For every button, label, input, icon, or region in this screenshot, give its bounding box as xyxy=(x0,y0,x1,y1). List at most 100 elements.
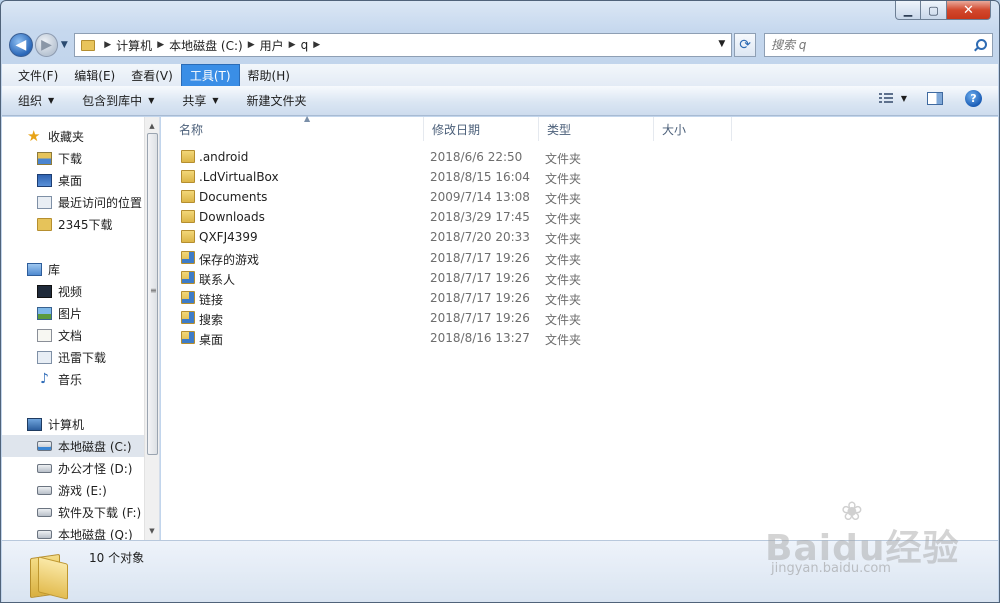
nav-label: 软件及下载 (F:) xyxy=(58,505,142,520)
menu-help[interactable]: 帮助(H) xyxy=(240,65,298,86)
nav-item-drive-d[interactable]: 办公才怪 (D:) xyxy=(2,457,144,479)
file-date: 2018/7/17 19:26 xyxy=(430,291,530,305)
nav-item-downloads[interactable]: 下载 xyxy=(2,147,144,169)
maximize-button[interactable]: ▢ xyxy=(921,1,947,20)
nav-favorites[interactable]: ★ 收藏夹 xyxy=(2,125,144,147)
system-drive-icon xyxy=(37,441,52,451)
scroll-down-arrow-icon[interactable]: ▼ xyxy=(145,524,159,538)
file-name: .LdVirtualBox xyxy=(199,170,279,184)
nav-item-2345-download[interactable]: 2345下载 xyxy=(2,213,144,235)
computer-icon xyxy=(27,417,42,431)
pictures-library-icon xyxy=(37,306,52,320)
nav-item-drive-c[interactable]: 本地磁盘 (C:) xyxy=(2,435,144,457)
file-row[interactable]: 搜索 2018/7/17 19:26 文件夹 xyxy=(161,309,998,329)
address-dropdown-icon[interactable]: ▼ xyxy=(718,39,725,49)
chevron-right-icon[interactable]: ▶ xyxy=(289,40,296,50)
file-type: 文件夹 xyxy=(545,212,582,226)
chevron-right-icon[interactable]: ▶ xyxy=(248,40,255,50)
nav-item-thunder-downloads[interactable]: 迅雷下载 xyxy=(2,346,144,368)
breadcrumb-computer[interactable]: 计算机 xyxy=(116,37,152,54)
minimize-button[interactable]: ▁ xyxy=(895,1,921,20)
file-row[interactable]: Documents 2009/7/14 13:08 文件夹 xyxy=(161,188,998,208)
file-type: 文件夹 xyxy=(545,333,582,347)
scroll-up-arrow-icon[interactable]: ▲ xyxy=(145,119,159,133)
breadcrumb-drive-c[interactable]: 本地磁盘 (C:) xyxy=(169,37,243,54)
nav-item-desktop[interactable]: 桌面 xyxy=(2,169,144,191)
downloads-folder-icon xyxy=(37,151,52,165)
new-folder-button[interactable]: 新建文件夹 xyxy=(247,92,307,109)
menu-bar: 文件(F) 编辑(E) 查看(V) 工具(T) 帮助(H) xyxy=(2,63,998,87)
file-date: 2018/7/20 20:33 xyxy=(430,230,530,244)
file-row[interactable]: Downloads 2018/3/29 17:45 文件夹 xyxy=(161,208,998,228)
file-name: QXFJ4399 xyxy=(199,230,258,244)
nav-item-drive-f[interactable]: 软件及下载 (F:) xyxy=(2,501,144,523)
nav-item-drive-q[interactable]: 本地磁盘 (Q:) xyxy=(2,523,144,540)
column-type[interactable]: 类型 xyxy=(539,117,654,141)
preview-pane-icon[interactable] xyxy=(927,92,943,105)
file-date: 2018/7/17 19:26 xyxy=(430,251,530,265)
chevron-down-icon[interactable]: ▼ xyxy=(901,94,907,103)
nav-item-drive-e[interactable]: 游戏 (E:) xyxy=(2,479,144,501)
view-options-icon[interactable] xyxy=(878,92,895,105)
share-button[interactable]: 共享 ▼ xyxy=(182,92,218,109)
file-row[interactable]: .LdVirtualBox 2018/8/15 16:04 文件夹 xyxy=(161,168,998,188)
file-name: Documents xyxy=(199,190,268,204)
star-icon: ★ xyxy=(27,126,41,145)
organize-button[interactable]: 组织 ▼ xyxy=(18,92,54,109)
video-library-icon xyxy=(37,284,52,298)
file-row[interactable]: 链接 2018/7/17 19:26 文件夹 xyxy=(161,289,998,309)
column-name[interactable]: 名称 ▲ xyxy=(171,114,424,141)
close-button[interactable]: ✕ xyxy=(947,1,991,20)
recent-pages-dropdown[interactable]: ▼ xyxy=(58,40,70,50)
thunder-downloads-icon xyxy=(37,350,52,364)
file-date: 2018/3/29 17:45 xyxy=(430,210,530,224)
column-date-modified[interactable]: 修改日期 xyxy=(424,117,539,141)
file-row[interactable]: 桌面 2018/8/16 13:27 文件夹 xyxy=(161,329,998,349)
column-size[interactable]: 大小 xyxy=(654,117,732,141)
address-row: ◀ ▶ ▼ ▶ 计算机 ▶ 本地磁盘 (C:) ▶ 用户 ▶ q ▶ ▼ ⟳ xyxy=(9,31,994,59)
refresh-button[interactable]: ⟳ xyxy=(734,33,756,57)
chevron-right-icon[interactable]: ▶ xyxy=(313,40,320,50)
nav-label: 下载 xyxy=(58,151,83,166)
address-bar[interactable]: ▶ 计算机 ▶ 本地磁盘 (C:) ▶ 用户 ▶ q ▶ ▼ xyxy=(74,33,733,57)
nav-item-videos[interactable]: 视频 xyxy=(2,280,144,302)
menu-file[interactable]: 文件(F) xyxy=(10,65,66,86)
nav-libraries[interactable]: 库 xyxy=(2,258,144,280)
search-input[interactable] xyxy=(770,38,951,52)
breadcrumb-users[interactable]: 用户 xyxy=(260,37,284,54)
folder-icon xyxy=(181,190,195,203)
folder-icon xyxy=(181,230,195,243)
file-row[interactable]: .android 2018/6/6 22:50 文件夹 xyxy=(161,148,998,168)
include-in-library-button[interactable]: 包含到库中 ▼ xyxy=(82,92,154,109)
nav-item-pictures[interactable]: 图片 xyxy=(2,302,144,324)
help-icon[interactable]: ? xyxy=(965,90,982,107)
folder-icon xyxy=(37,217,52,231)
hard-drive-icon xyxy=(37,485,52,495)
nav-item-music[interactable]: ♪ 音乐 xyxy=(2,368,144,390)
menu-edit[interactable]: 编辑(E) xyxy=(66,65,123,86)
file-name: 链接 xyxy=(199,293,224,307)
saved-games-icon xyxy=(181,251,195,264)
nav-item-documents[interactable]: 文档 xyxy=(2,324,144,346)
file-row[interactable]: QXFJ4399 2018/7/20 20:33 文件夹 xyxy=(161,228,998,248)
file-row[interactable]: 保存的游戏 2018/7/17 19:26 文件夹 xyxy=(161,249,998,269)
scrollbar-thumb[interactable]: ≡ xyxy=(147,133,158,455)
search-icon[interactable] xyxy=(973,38,988,52)
links-icon xyxy=(181,291,195,304)
chevron-right-icon[interactable]: ▶ xyxy=(157,40,164,50)
menu-view[interactable]: 查看(V) xyxy=(123,65,181,86)
chevron-right-icon[interactable]: ▶ xyxy=(104,40,111,50)
breadcrumb-q[interactable]: q xyxy=(301,38,309,52)
file-type: 文件夹 xyxy=(545,232,582,246)
nav-computer[interactable]: 计算机 xyxy=(2,413,144,435)
forward-button[interactable]: ▶ xyxy=(34,33,59,57)
explorer-window: ▁ ▢ ✕ ◀ ▶ ▼ ▶ 计算机 ▶ 本地磁盘 (C:) ▶ 用户 ▶ q ▶… xyxy=(0,0,1000,603)
file-row[interactable]: 联系人 2018/7/17 19:26 文件夹 xyxy=(161,269,998,289)
menu-tools[interactable]: 工具(T) xyxy=(180,63,240,87)
nav-scrollbar[interactable]: ▲ ≡ ▼ xyxy=(144,117,159,540)
back-button[interactable]: ◀ xyxy=(9,33,33,57)
file-type: 文件夹 xyxy=(545,273,582,287)
nav-label: 视频 xyxy=(58,284,83,299)
nav-item-recent-places[interactable]: 最近访问的位置 xyxy=(2,191,144,213)
search-box[interactable] xyxy=(763,33,994,57)
